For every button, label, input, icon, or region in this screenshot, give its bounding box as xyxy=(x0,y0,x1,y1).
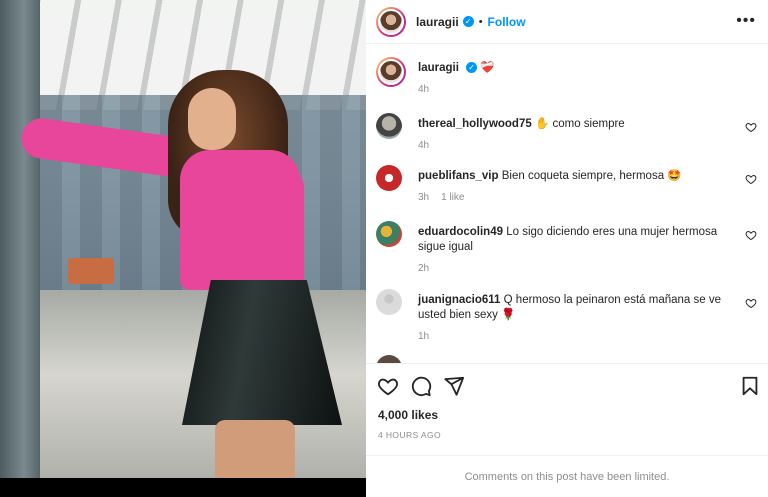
follow-button[interactable]: Follow xyxy=(488,15,526,29)
comment-avatar[interactable] xyxy=(376,289,402,315)
caption-emoji: ❤️‍🩹 xyxy=(480,62,495,74)
caption-text: lauragii ✓ ❤️‍🩹 4h xyxy=(418,61,738,97)
photo-person-face xyxy=(188,88,236,150)
post-photo[interactable] xyxy=(0,0,366,478)
verified-icon: ✓ xyxy=(462,16,474,27)
comment-username[interactable]: eduardocolin49 xyxy=(418,226,503,238)
post-actions: 4,000 likes 4 HOURS AGO xyxy=(366,363,768,455)
photo-pillar xyxy=(0,0,40,478)
comment-avatar[interactable] xyxy=(376,165,402,191)
caption-username[interactable]: lauragii xyxy=(418,62,459,74)
comment-item: juanignacio611 Q hermoso la peinaron est… xyxy=(376,289,761,345)
caption-avatar[interactable] xyxy=(376,57,406,87)
comment-avatar[interactable] xyxy=(376,221,402,247)
comment-item: pueblifans_vip Bien coqueta siempre, her… xyxy=(376,165,761,209)
separator-dot: • xyxy=(478,15,483,28)
share-icon[interactable] xyxy=(443,375,465,397)
author-username[interactable]: lauragii xyxy=(416,15,459,29)
likes-count[interactable]: 4,000 likes xyxy=(378,408,438,422)
comment-icon[interactable] xyxy=(410,375,432,397)
comment-meta: 4h xyxy=(418,138,738,153)
heart-icon[interactable] xyxy=(745,297,757,309)
comment-meta: 3h 1 like xyxy=(418,190,738,205)
author-avatar[interactable] xyxy=(376,6,406,37)
more-icon[interactable]: ••• xyxy=(736,13,756,29)
heart-icon[interactable] xyxy=(745,121,757,133)
caption-meta: 4h xyxy=(418,82,738,97)
comments-limited-text: Comments on this post have been limited. xyxy=(464,470,670,483)
heart-icon[interactable] xyxy=(377,375,399,397)
heart-icon[interactable] xyxy=(745,229,757,241)
comment-text: thereal_hollywood75 ✋ como siempre 4h xyxy=(418,117,738,153)
comment-time[interactable]: 4h xyxy=(418,140,429,151)
comment-body: Bien coqueta siempre, hermosa 🤩 xyxy=(501,170,682,182)
comment-time[interactable]: 2h xyxy=(418,263,429,274)
photo-bench xyxy=(68,258,114,284)
caption-item: lauragii ✓ ❤️‍🩹 4h xyxy=(376,57,761,97)
comment-meta: 2h xyxy=(418,261,738,276)
comment-text: juanignacio611 Q hermoso la peinaron est… xyxy=(418,293,738,344)
heart-icon[interactable] xyxy=(745,173,757,185)
comment-username[interactable]: juanignacio611 xyxy=(418,294,500,306)
caption-time[interactable]: 4h xyxy=(418,84,429,95)
comment-item: eduardocolin49 Lo sigo diciendo eres una… xyxy=(376,221,761,277)
comment-likes[interactable]: 1 like xyxy=(441,192,464,203)
comment-avatar-partial[interactable] xyxy=(376,355,402,363)
post-side-panel: lauragii ✓ • Follow ••• lauragii ✓ ❤️‍🩹 … xyxy=(366,0,768,497)
comments-limited-notice: Comments on this post have been limited. xyxy=(366,455,768,497)
comments-list[interactable]: lauragii ✓ ❤️‍🩹 4h thereal_hollywood75 ✋… xyxy=(366,45,768,363)
comment-meta: 1h xyxy=(418,329,738,344)
bookmark-icon[interactable] xyxy=(739,375,761,397)
comment-username[interactable]: pueblifans_vip xyxy=(418,170,499,182)
comment-time[interactable]: 3h xyxy=(418,192,429,203)
post-header: lauragii ✓ • Follow ••• xyxy=(366,0,768,44)
comment-time[interactable]: 1h xyxy=(418,331,429,342)
comment-avatar[interactable] xyxy=(376,113,402,139)
comment-item: thereal_hollywood75 ✋ como siempre 4h xyxy=(376,113,761,153)
photo-person-legs xyxy=(215,420,295,478)
comment-username[interactable]: thereal_hollywood75 xyxy=(418,118,532,130)
comment-body: ✋ como siempre xyxy=(534,118,625,130)
comment-text: pueblifans_vip Bien coqueta siempre, her… xyxy=(418,169,738,205)
post-timestamp[interactable]: 4 HOURS AGO xyxy=(378,430,441,440)
comment-text: eduardocolin49 Lo sigo diciendo eres una… xyxy=(418,225,738,276)
verified-icon: ✓ xyxy=(466,62,478,74)
